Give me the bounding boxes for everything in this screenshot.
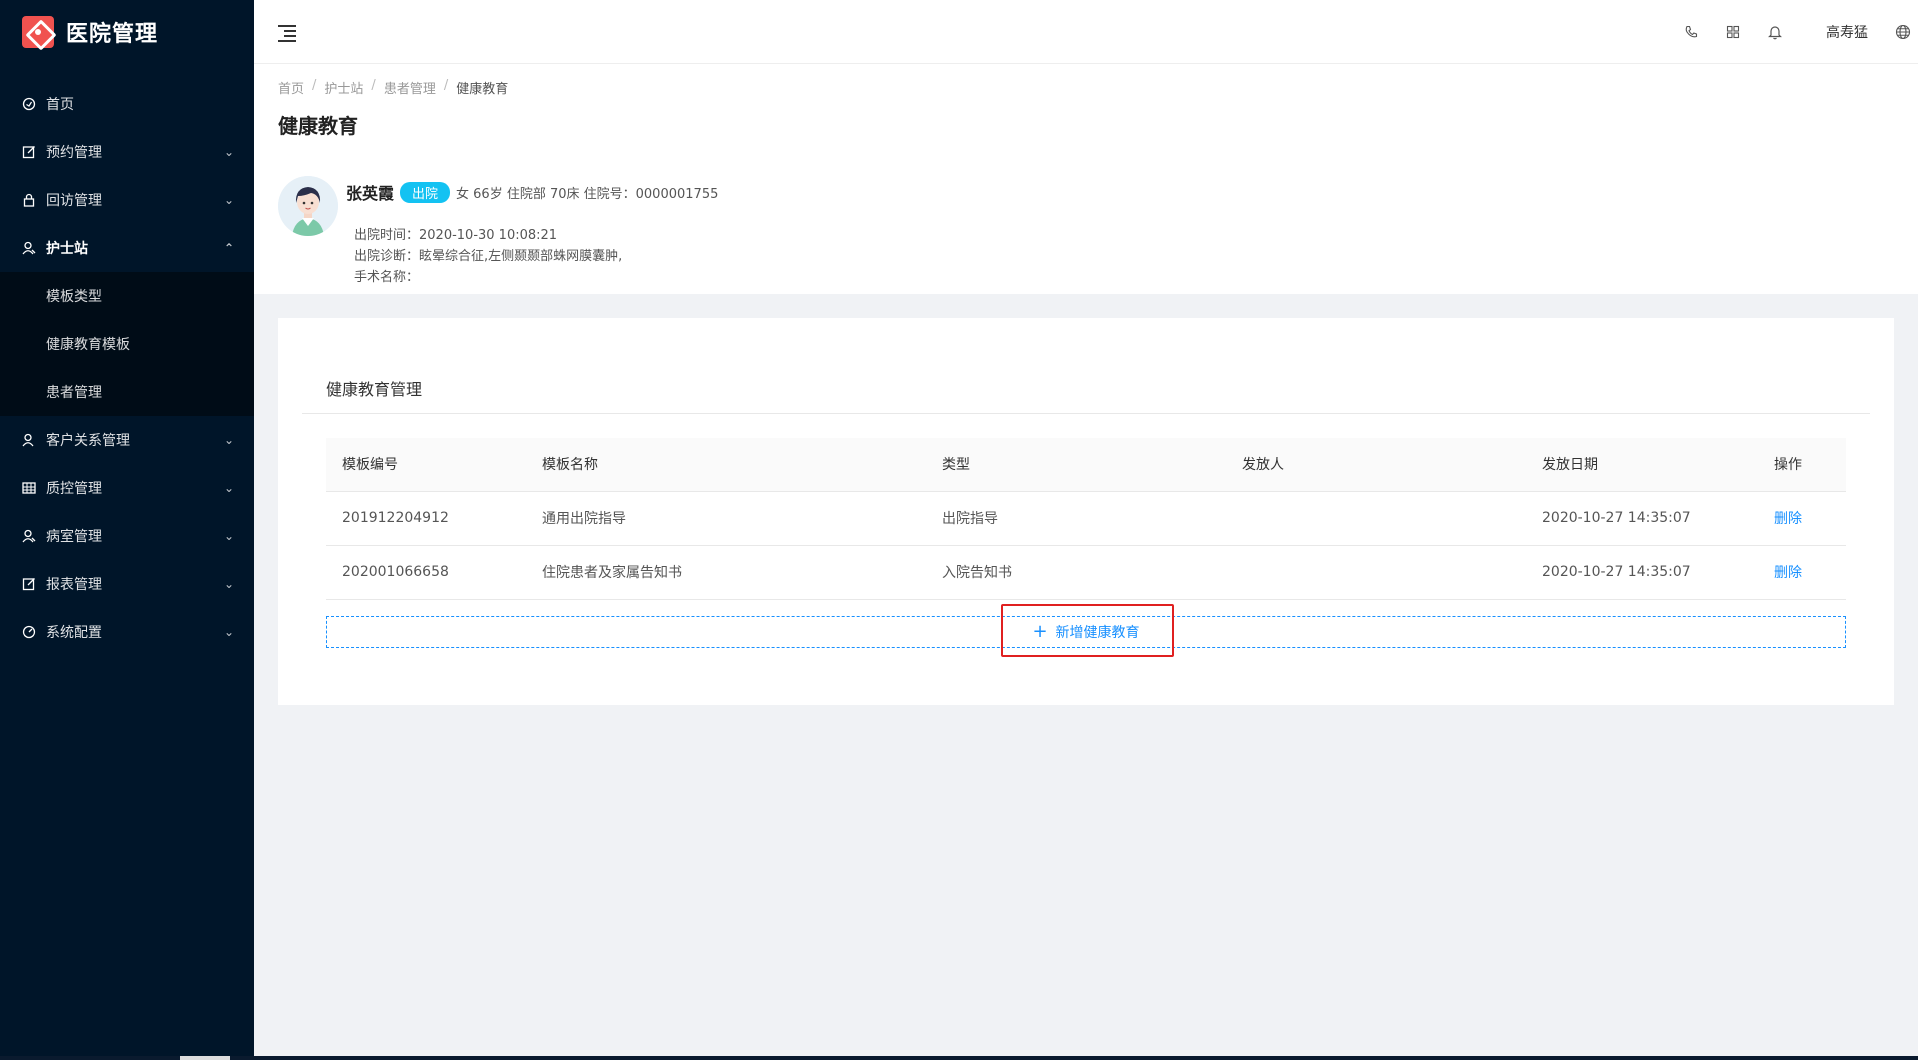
divider [302,413,1870,414]
delete-link[interactable]: 删除 [1774,511,1802,527]
chevron-down-icon: ⌄ [223,145,235,159]
chevron-down-icon: ⌄ [223,625,235,639]
health-education-table: 模板编号 模板名称 类型 发放人 发放日期 操作 201912204912 通用… [326,438,1846,600]
card-title: 健康教育管理 [326,380,423,399]
sidebar-menu: 首页 预约管理 ⌄ 回访管理 ⌄ 护士站 ⌃ 模板类型 健康教育模板 患者管理 … [0,80,254,656]
template-id-cell: 202001066658 [326,545,526,600]
breadcrumb-separator: / [312,78,317,93]
page-header: 首页 / 护士站 / 患者管理 / 健康教育 健康教育 张英霞 出院 女 66岁… [254,64,1918,294]
breadcrumb-separator: / [371,78,376,93]
sidebar-item-appointment[interactable]: 预约管理 ⌄ [0,128,254,176]
chevron-up-icon: ⌃ [223,241,235,255]
patient-basic-info: 女 66岁 住院部 70床 住院号：0000001755 [456,186,719,202]
sidebar-item-ward[interactable]: 病室管理 ⌄ [0,512,254,560]
sidebar-item-patient-management[interactable]: 患者管理 [0,368,254,416]
issue-date-cell: 2020-10-27 14:35:07 [1526,491,1758,546]
chevron-down-icon: ⌄ [223,577,235,591]
template-id-cell: 201912204912 [326,491,526,546]
sidebar-item-label: 报表管理 [46,577,102,593]
table-icon [22,481,36,495]
breadcrumb: 首页 / 护士站 / 患者管理 / 健康教育 [278,78,508,97]
globe-icon[interactable] [1888,0,1918,64]
table-header-row: 模板编号 模板名称 类型 发放人 发放日期 操作 [326,438,1846,492]
top-header: 高寿猛 [254,0,1918,64]
chevron-down-icon: ⌄ [223,529,235,543]
nurse-station-submenu: 模板类型 健康教育模板 患者管理 [0,272,254,416]
phone-icon[interactable] [1670,0,1712,64]
apps-icon[interactable] [1712,0,1754,64]
type-cell: 出院指导 [926,491,1226,546]
lock-icon [22,193,36,207]
column-header: 类型 [926,438,1226,492]
sidebar-item-label: 回访管理 [46,193,102,209]
sidebar-item-label: 首页 [46,97,74,113]
edit-icon [22,577,36,591]
sidebar-item-reports[interactable]: 报表管理 ⌄ [0,560,254,608]
menu-fold-icon[interactable] [278,22,298,42]
surgery-name: 手术名称： [354,270,420,285]
sidebar-item-label: 系统配置 [46,625,102,641]
username[interactable]: 高寿猛 [1796,22,1888,42]
discharge-time: 出院时间：2020-10-30 10:08:21 [354,228,558,243]
type-cell: 入院告知书 [926,545,1226,600]
bell-icon[interactable] [1754,0,1796,64]
breadcrumb-separator: / [443,78,449,93]
highlight-box [1001,604,1174,657]
page-title: 健康教育 [278,114,358,138]
header-actions: 高寿猛 [1670,0,1918,64]
sidebar-item-crm[interactable]: 客户关系管理 ⌄ [0,416,254,464]
patient-name: 张英霞 [346,184,395,203]
chevron-down-icon: ⌄ [223,433,235,447]
issuer-cell [1226,545,1526,600]
sidebar-item-template-type[interactable]: 模板类型 [0,272,254,320]
dashboard-icon [22,97,36,111]
sidebar-item-health-edu-template[interactable]: 健康教育模板 [0,320,254,368]
user-icon [22,529,36,543]
sidebar-item-label: 质控管理 [46,481,102,497]
chevron-down-icon: ⌄ [223,193,235,207]
sidebar-item-home[interactable]: 首页 [0,80,254,128]
dashboard-icon [22,625,36,639]
app-title: 医院管理 [66,22,159,47]
status-badge: 出院 [400,181,451,203]
sidebar-item-followup[interactable]: 回访管理 ⌄ [0,176,254,224]
user-icon [22,433,36,447]
issue-date-cell: 2020-10-27 14:35:07 [1526,545,1758,600]
sidebar-item-label: 护士站 [46,241,88,257]
action-cell: 删除 [1758,545,1846,600]
chevron-down-icon: ⌄ [223,481,235,495]
hospital-logo-icon [22,16,54,48]
table-row: 202001066658 住院患者及家属告知书 入院告知书 2020-10-27… [326,545,1846,600]
column-header: 操作 [1758,438,1846,492]
breadcrumb-item-current: 健康教育 [456,82,509,97]
patient-summary: 张英霞 出院 女 66岁 住院部 70床 住院号：0000001755 [346,180,718,204]
column-header: 模板编号 [326,438,526,492]
logo[interactable]: 医院管理 [0,0,254,64]
issuer-cell [1226,491,1526,546]
sidebar: 医院管理 首页 预约管理 ⌄ 回访管理 ⌄ 护士站 ⌃ 模板类型 健康教育模板 … [0,0,254,1060]
sidebar-item-label: 预约管理 [46,145,102,161]
sidebar-item-nurse-station[interactable]: 护士站 ⌃ [0,224,254,272]
breadcrumb-item-home[interactable]: 首页 [278,78,304,97]
column-header: 发放人 [1226,438,1526,492]
breadcrumb-item-patient-management[interactable]: 患者管理 [384,78,436,97]
sidebar-item-label: 客户关系管理 [46,433,130,449]
sidebar-item-label: 病室管理 [46,529,102,545]
column-header: 模板名称 [526,438,926,492]
table-row: 201912204912 通用出院指导 出院指导 2020-10-27 14:3… [326,491,1846,546]
action-cell: 删除 [1758,491,1846,546]
sidebar-item-system-config[interactable]: 系统配置 ⌄ [0,608,254,656]
edit-icon [22,145,36,159]
breadcrumb-item-nurse-station[interactable]: 护士站 [324,78,363,97]
column-header: 发放日期 [1526,438,1758,492]
template-name-cell: 通用出院指导 [526,491,926,546]
taskbar-strip [0,1056,1918,1060]
user-icon [22,241,36,255]
delete-link[interactable]: 删除 [1774,565,1802,581]
sidebar-item-quality-control[interactable]: 质控管理 ⌄ [0,464,254,512]
discharge-diagnosis: 出院诊断：眩晕综合征,左侧颞颞部蛛网膜囊肿, [354,249,623,264]
template-name-cell: 住院患者及家属告知书 [526,545,926,600]
avatar [278,176,338,236]
